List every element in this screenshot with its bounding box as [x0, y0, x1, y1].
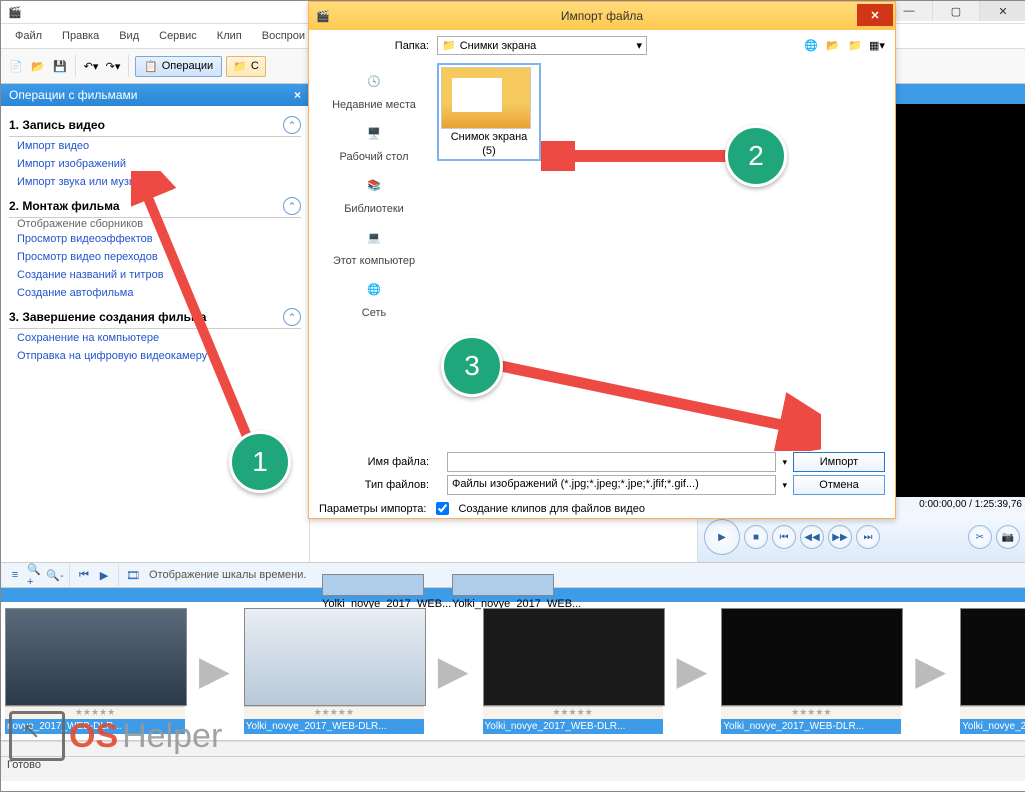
operations-button[interactable]: 📋 Операции [135, 56, 222, 77]
storyboard-icon[interactable]: 🎞 [125, 567, 141, 583]
back-icon[interactable]: 🌐 [803, 38, 819, 54]
watermark-icon [9, 711, 65, 761]
dialog-close-button[interactable]: ✕ [857, 4, 893, 26]
app-root: 🎬 Без имени - Windows Movie Maker — ▢ ✕ … [0, 0, 1025, 792]
step-back-button[interactable]: ◀◀ [800, 525, 824, 549]
filename-label: Имя файла: [319, 456, 441, 468]
task-pane-header: Операции с фильмами × [1, 84, 309, 106]
create-clips-label: Создание клипов для файлов видео [458, 503, 645, 515]
menu-clip[interactable]: Клип [209, 28, 250, 44]
create-clips-checkbox[interactable] [436, 502, 449, 515]
place-recent[interactable]: 🕓Недавние места [319, 65, 429, 111]
show-collections-text: Отображение сборников [9, 215, 151, 233]
timeline-clip[interactable]: ★★★★★Yolki_novye_2017_WEB-DLR... [244, 608, 424, 734]
annotation-badge-3: 3 [441, 335, 503, 397]
place-desktop[interactable]: 🖥️Рабочий стол [319, 117, 429, 163]
timeline-label: Отображение шкалы времени. [149, 569, 306, 581]
menu-file[interactable]: Файл [7, 28, 50, 44]
play-timeline-icon[interactable]: ▶ [96, 567, 112, 583]
snapshot-button[interactable]: 📷 [996, 525, 1020, 549]
section-1-title: 1. Запись видео ⌃ [9, 110, 301, 137]
annotation-badge-1: 1 [229, 431, 291, 493]
timeline-clip[interactable]: ★★★★★Yolki_novye_2017_WEB-DLR... [960, 608, 1025, 734]
stop-button[interactable]: ■ [744, 525, 768, 549]
dialog-title: Импорт файла [309, 9, 895, 23]
task-pane-close-icon[interactable]: × [294, 88, 301, 102]
timeline-view-icon[interactable]: ≡ [7, 567, 23, 583]
menu-play[interactable]: Воспрои [254, 28, 313, 44]
timeline-clip[interactable]: ★★★★★Yolki_novye_2017_WEB-DLR... [721, 608, 901, 734]
folder-icon: 📁 [442, 39, 456, 52]
chevron-down-icon: ▾ [636, 39, 642, 52]
timeline-clip[interactable]: ★★★★★Yolki_novye_2017_WEB-DLR... [483, 608, 663, 734]
new-icon[interactable]: 📄 [7, 57, 25, 75]
transition-arrow-icon[interactable]: ▶ [915, 641, 946, 701]
file-item-selected[interactable]: Снимок экрана (5) [437, 63, 541, 161]
redo-icon[interactable]: ↷▾ [104, 57, 122, 75]
places-bar: 🕓Недавние места 🖥️Рабочий стол 📚Библиоте… [319, 63, 429, 445]
prev-button[interactable]: ⏮ [772, 525, 796, 549]
annotation-arrow-1 [131, 171, 291, 461]
views-icon[interactable]: ▦▾ [869, 38, 885, 54]
filetype-label: Тип файлов: [319, 479, 441, 491]
place-network[interactable]: 🌐Сеть [319, 273, 429, 319]
task-pane-title: Операции с фильмами [9, 88, 138, 102]
transition-arrow-icon[interactable]: ▶ [199, 641, 230, 701]
annotation-arrow-3 [491, 351, 821, 451]
folder-label: Папка: [319, 40, 429, 52]
cancel-button[interactable]: Отмена [793, 475, 885, 495]
watermark: OS Helper [9, 711, 222, 761]
menu-tools[interactable]: Сервис [151, 28, 205, 44]
rewind-icon[interactable]: ⏮ [76, 567, 92, 583]
menu-view[interactable]: Вид [111, 28, 147, 44]
annotation-badge-2: 2 [725, 125, 787, 187]
open-icon[interactable]: 📂 [29, 57, 47, 75]
filetype-select[interactable]: Файлы изображений (*.jpg;*.jpeg;*.jpe;*.… [447, 475, 776, 495]
maximize-button[interactable]: ▢ [932, 1, 979, 21]
filename-input[interactable] [447, 452, 776, 472]
step-fwd-button[interactable]: ▶▶ [828, 525, 852, 549]
transition-arrow-icon[interactable]: ▶ [677, 641, 708, 701]
undo-icon[interactable]: ↶▾ [82, 57, 100, 75]
annotation-arrow-2 [541, 141, 751, 171]
zoom-out-icon[interactable]: 🔍- [47, 567, 63, 583]
folder-select[interactable]: 📁 Снимки экрана ▾ [437, 36, 647, 55]
import-video-link[interactable]: Импорт видео [9, 137, 301, 155]
collections-button[interactable]: 📁 С [226, 56, 266, 77]
split-button[interactable]: ✂ [968, 525, 992, 549]
place-libraries[interactable]: 📚Библиотеки [319, 169, 429, 215]
menu-edit[interactable]: Правка [54, 28, 107, 44]
zoom-in-icon[interactable]: 🔍+ [27, 567, 43, 583]
new-folder-icon[interactable]: 📁 [847, 38, 863, 54]
preview-time: 0:00:00,00 / 1:25:39,76 [919, 499, 1022, 510]
collapse-icon[interactable]: ⌃ [283, 116, 301, 134]
import-button[interactable]: Импорт [793, 452, 885, 472]
up-icon[interactable]: 📂 [825, 38, 841, 54]
import-params-label: Параметры импорта: [319, 503, 426, 515]
save-icon[interactable]: 💾 [51, 57, 69, 75]
next-button[interactable]: ⏭ [856, 525, 880, 549]
close-button[interactable]: ✕ [979, 1, 1025, 21]
transition-arrow-icon[interactable]: ▶ [438, 641, 469, 701]
dialog-titlebar: 🎬 Импорт файла ✕ [309, 2, 895, 30]
place-computer[interactable]: 💻Этот компьютер [319, 221, 429, 267]
